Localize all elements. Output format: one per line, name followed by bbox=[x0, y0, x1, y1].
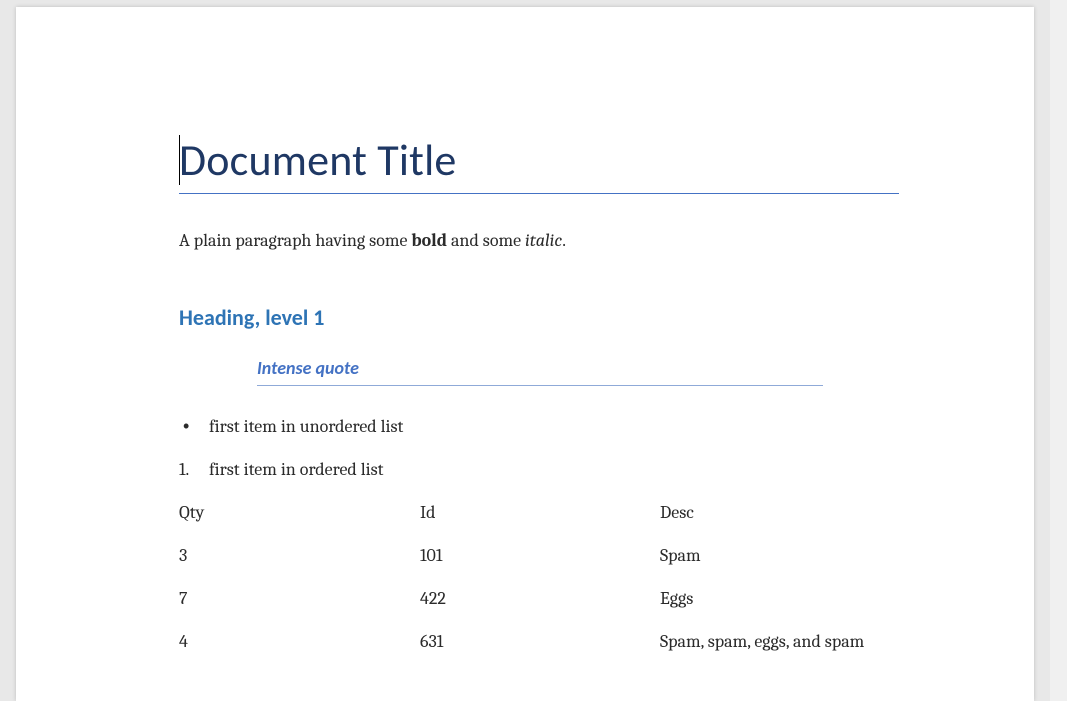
quote-text: Intense quote bbox=[257, 357, 359, 379]
table-row[interactable]: 4 631 Spam, spam, eggs, and spam bbox=[179, 631, 899, 652]
unordered-list-item[interactable]: • first item in unordered list bbox=[179, 416, 886, 437]
cell-desc: Spam bbox=[660, 545, 899, 566]
document-page[interactable]: Document Title A plain paragraph having … bbox=[16, 7, 1034, 701]
table-header-row[interactable]: Qty Id Desc bbox=[179, 502, 899, 523]
heading-text: Heading, level 1 bbox=[179, 304, 324, 331]
cell-desc: Spam, spam, eggs, and spam bbox=[660, 631, 899, 652]
data-table[interactable]: Qty Id Desc 3 101 Spam 7 422 Eggs 4 631 … bbox=[179, 502, 899, 652]
vertical-scrollbar[interactable] bbox=[1050, 0, 1067, 701]
cell-id: 101 bbox=[420, 545, 660, 566]
table-row[interactable]: 3 101 Spam bbox=[179, 545, 899, 566]
header-qty: Qty bbox=[179, 502, 420, 523]
cell-qty: 3 bbox=[179, 545, 420, 566]
document-title[interactable]: Document Title bbox=[179, 133, 899, 194]
paragraph-bold: bold bbox=[411, 230, 447, 251]
cell-qty: 4 bbox=[179, 631, 420, 652]
body-paragraph[interactable]: A plain paragraph having some bold and s… bbox=[179, 228, 886, 254]
table-row[interactable]: 7 422 Eggs bbox=[179, 588, 899, 609]
cell-id: 631 bbox=[420, 631, 660, 652]
text-cursor bbox=[179, 135, 180, 185]
ol-marker: 1. bbox=[179, 459, 189, 480]
paragraph-text-post: . bbox=[562, 230, 566, 251]
cell-qty: 7 bbox=[179, 588, 420, 609]
paragraph-text-pre: A plain paragraph having some bbox=[179, 230, 411, 251]
bullet-icon: • bbox=[183, 416, 189, 437]
heading-level-1[interactable]: Heading, level 1 bbox=[179, 304, 886, 331]
ol-item-text: first item in ordered list bbox=[209, 459, 384, 480]
ul-item-text: first item in unordered list bbox=[209, 416, 403, 437]
intense-quote-block[interactable]: Intense quote bbox=[257, 357, 823, 386]
header-id: Id bbox=[420, 502, 660, 523]
ordered-list-item[interactable]: 1. first item in ordered list bbox=[179, 459, 886, 480]
title-text: Document Title bbox=[179, 133, 457, 187]
paragraph-italic: italic bbox=[525, 230, 562, 251]
cell-desc: Eggs bbox=[660, 588, 899, 609]
paragraph-text-mid: and some bbox=[447, 230, 525, 251]
cell-id: 422 bbox=[420, 588, 660, 609]
header-desc: Desc bbox=[660, 502, 899, 523]
